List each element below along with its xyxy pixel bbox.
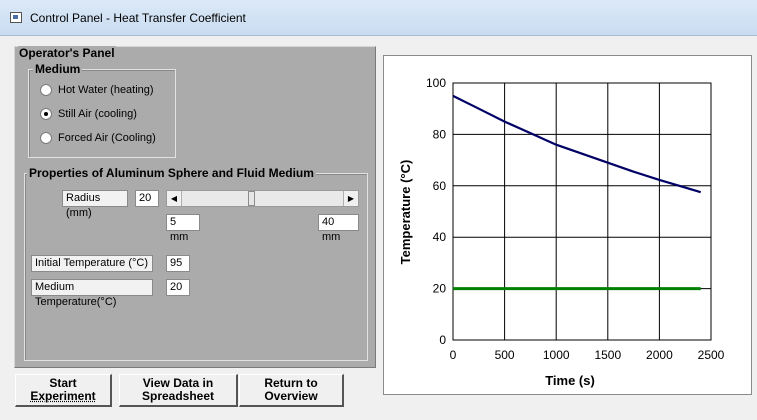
chart-y-tick-label: 40	[433, 230, 447, 244]
radio-forced-air-label: Forced Air (Cooling)	[58, 132, 156, 144]
return-to-overview-button[interactable]: Return to Overview	[239, 374, 344, 407]
chart-x-tick-label: 500	[495, 348, 515, 362]
chart-x-axis-label: Time (s)	[545, 373, 595, 388]
chart-y-tick-label: 100	[426, 76, 446, 90]
chart-x-tick-label: 1000	[543, 348, 570, 362]
initial-temperature-label: Initial Temperature (°C)	[31, 255, 153, 272]
medium-temperature-label: Medium Temperature(°C)	[31, 279, 153, 308]
radio-hot-water-button[interactable]	[40, 84, 52, 96]
chart-plot-area	[452, 82, 712, 341]
radius-value[interactable]: 20	[135, 190, 159, 207]
temperature-chart: 0 500 1000 1500 2000 2500 0 20 40 60 80 100 Time (s…	[398, 76, 725, 388]
chart-y-tick-label: 20	[433, 282, 447, 296]
chart-y-axis-label: Temperature (°C)	[398, 160, 413, 265]
radius-slider[interactable]: ◀ ▶	[166, 190, 359, 207]
radius-max-label: 40 mm	[318, 214, 359, 243]
start-experiment-button[interactable]: Start Experiment	[15, 374, 112, 407]
radio-forced-air-button[interactable]	[40, 132, 52, 144]
radius-label: Radius (mm)	[62, 190, 128, 219]
scroll-right-icon[interactable]: ▶	[343, 191, 358, 206]
title-bar: Control Panel - Heat Transfer Coefficien…	[0, 0, 757, 36]
operators-panel-title: Operator's Panel	[18, 46, 116, 60]
start-button-line2: Experiment	[30, 389, 96, 403]
chart-x-tick-label: 2000	[646, 348, 673, 362]
properties-group-title: Properties of Aluminum Sphere and Fluid …	[27, 166, 316, 180]
radio-hot-water[interactable]: Hot Water (heating)	[40, 82, 154, 98]
chart-y-tick-label: 60	[433, 179, 447, 193]
window-title: Control Panel - Heat Transfer Coefficien…	[30, 11, 246, 25]
radio-hot-water-label: Hot Water (heating)	[58, 84, 154, 96]
temperature-chart-panel: 0 500 1000 1500 2000 2500 0 20 40 60 80 100 Time (s…	[383, 55, 752, 395]
chart-x-tick-label: 0	[450, 348, 457, 362]
radio-still-air-label: Still Air (cooling)	[58, 108, 137, 120]
radius-min-label: 5 mm	[166, 214, 200, 243]
radio-still-air-button[interactable]	[40, 108, 52, 120]
medium-temperature-value[interactable]: 20	[166, 279, 190, 296]
scroll-left-icon[interactable]: ◀	[167, 191, 182, 206]
return-button-line2: Overview	[264, 389, 318, 403]
view-data-button[interactable]: View Data in Spreadsheet	[119, 374, 238, 407]
radio-still-air[interactable]: Still Air (cooling)	[40, 106, 137, 122]
chart-y-tick-label: 0	[439, 333, 446, 347]
chart-x-tick-label: 1500	[594, 348, 621, 362]
radio-forced-air[interactable]: Forced Air (Cooling)	[40, 130, 156, 146]
view-data-button-line2: Spreadsheet	[141, 389, 215, 403]
medium-group-title: Medium	[33, 62, 83, 76]
chart-x-tick-label: 2500	[698, 348, 725, 362]
radius-slider-thumb[interactable]	[248, 191, 256, 206]
initial-temperature-value[interactable]: 95	[166, 255, 190, 272]
window-app-icon[interactable]	[10, 12, 22, 23]
chart-y-tick-label: 80	[433, 127, 447, 141]
